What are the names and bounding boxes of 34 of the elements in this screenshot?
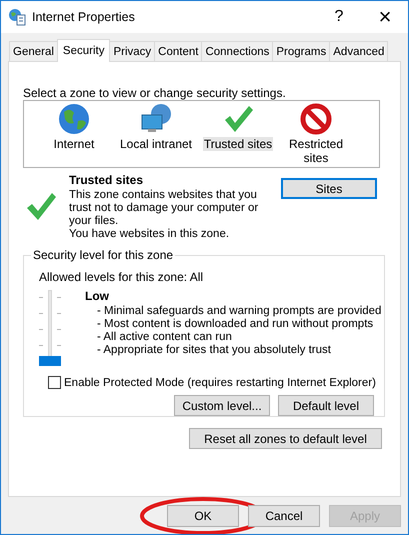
level-description: - Most content is downloaded and run without prompts bbox=[96, 318, 374, 331]
slider-thumb[interactable] bbox=[39, 356, 61, 366]
tab[interactable]: Security bbox=[56, 39, 110, 62]
level-description: - Appropriate for sites that you absolutely trust bbox=[96, 344, 332, 357]
zone-item[interactable]: Internet bbox=[52, 137, 96, 151]
globe-icon bbox=[58, 103, 90, 135]
zone-description: This zone contains websites that you trust not to damage your computer or your files. bbox=[69, 189, 260, 228]
level-button[interactable]: Default level bbox=[278, 395, 374, 416]
tab[interactable]: General bbox=[9, 41, 58, 61]
dialog-button[interactable]: OK bbox=[167, 505, 239, 527]
level-button[interactable]: Custom level... bbox=[174, 395, 270, 416]
zone-note: You have websites in this zone. bbox=[69, 228, 230, 241]
level-name: Low bbox=[85, 290, 110, 303]
sites-button[interactable]: Sites bbox=[281, 178, 377, 199]
zone-title: Trusted sites bbox=[69, 174, 144, 187]
checkmark-icon bbox=[25, 190, 57, 222]
zone-item[interactable]: Local intranet bbox=[118, 137, 194, 151]
no-entry-icon bbox=[300, 103, 332, 135]
window-title: Internet Properties bbox=[32, 10, 135, 24]
globe-document-icon bbox=[8, 8, 26, 26]
help-button[interactable]: ? bbox=[316, 1, 362, 33]
close-button[interactable]: × bbox=[362, 1, 408, 33]
level-description: - All active content can run bbox=[96, 331, 233, 344]
allowed-levels-text: Allowed levels for this zone: All bbox=[39, 270, 204, 284]
instruction-text: Select a zone to view or change security settings. bbox=[23, 86, 287, 100]
group-legend: Security level for this zone bbox=[31, 248, 176, 262]
dialog-button[interactable]: Cancel bbox=[248, 505, 320, 527]
zone-item[interactable]: Restricted sites bbox=[280, 137, 352, 165]
computer-globe-icon bbox=[140, 103, 172, 135]
checkbox[interactable] bbox=[48, 376, 61, 389]
zone-item[interactable]: Trusted sites bbox=[202, 137, 274, 151]
tab[interactable]: Advanced bbox=[329, 41, 388, 61]
reset-button[interactable]: Reset all zones to default level bbox=[189, 428, 382, 449]
level-description: - Minimal safeguards and warning prompts are provided bbox=[96, 305, 382, 318]
